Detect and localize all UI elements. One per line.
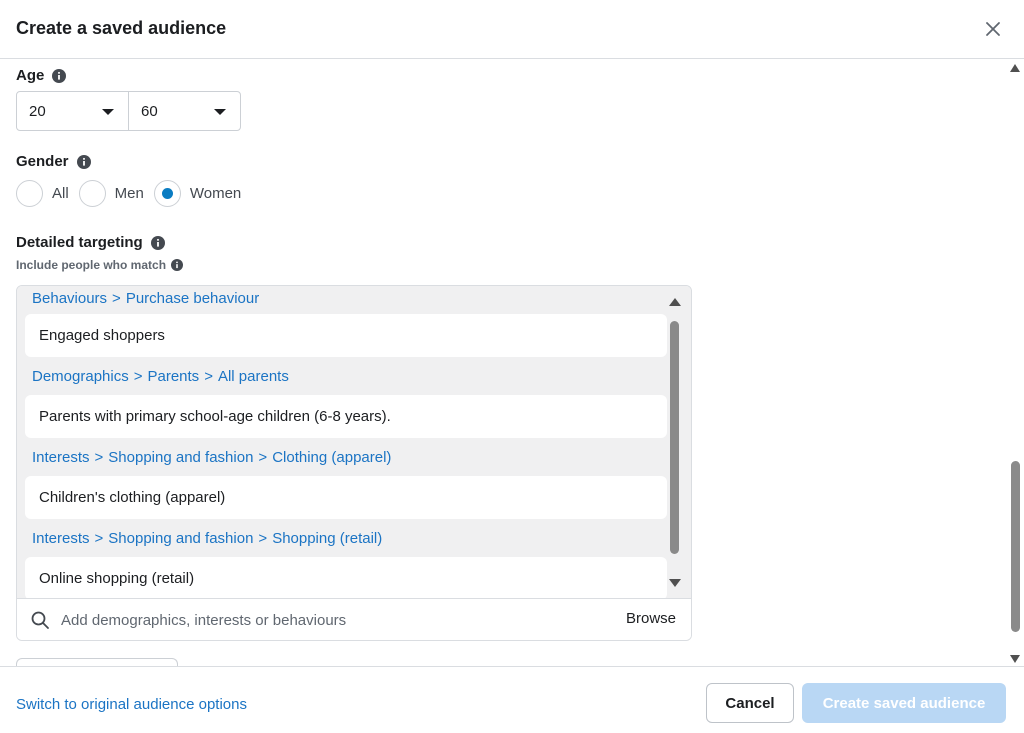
targeting-item-label: Children's clothing (apparel) <box>39 489 226 506</box>
breadcrumb-link[interactable]: Parents <box>147 368 199 385</box>
breadcrumb-separator: > <box>94 529 104 547</box>
close-button[interactable] <box>980 16 1006 42</box>
targeting-breadcrumb: Demographics > Parents > All parents <box>17 361 691 391</box>
breadcrumb-link[interactable]: Demographics <box>32 368 129 385</box>
breadcrumb-link[interactable]: Shopping (retail) <box>272 530 382 547</box>
breadcrumb-link[interactable]: Shopping and fashion <box>108 449 253 466</box>
gender-options: All Men Women <box>16 180 251 207</box>
targeting-sublabel-row: Include people who match <box>16 258 184 272</box>
breadcrumb-link[interactable]: Interests <box>32 530 90 547</box>
gender-label-row: Gender <box>16 153 91 170</box>
list-scroll-up-arrow[interactable] <box>669 298 681 306</box>
radio-button[interactable] <box>16 180 43 207</box>
radio-button-selected[interactable] <box>153 180 181 207</box>
list-scroll-down-arrow[interactable] <box>669 579 681 587</box>
breadcrumb-link[interactable]: Clothing (apparel) <box>272 449 391 466</box>
breadcrumb-link[interactable]: Interests <box>32 449 90 466</box>
list-scrollbar-thumb[interactable] <box>670 321 679 554</box>
age-range: 20 60 <box>16 91 241 131</box>
caret-down-icon <box>214 109 226 115</box>
radio-button[interactable] <box>78 180 106 207</box>
breadcrumb-link[interactable]: Behaviours <box>32 290 107 307</box>
gender-option-women[interactable]: Women <box>153 180 242 207</box>
targeting-item-label: Online shopping (retail) <box>39 570 195 587</box>
gender-option-all[interactable]: All <box>16 180 69 207</box>
targeting-list: Behaviours > Purchase behaviour Engaged sh… <box>17 286 691 598</box>
page-scroll-down-arrow[interactable] <box>1010 655 1020 663</box>
age-min-select[interactable]: 20 <box>17 92 128 130</box>
breadcrumb-link[interactable]: All parents <box>218 368 289 385</box>
age-label: Age <box>16 67 45 84</box>
targeting-label-row: Detailed targeting <box>16 234 165 251</box>
targeting-sublabel: Include people who match <box>16 258 167 272</box>
breadcrumb-separator: > <box>94 448 104 466</box>
caret-down-icon <box>102 109 114 115</box>
age-min-value: 20 <box>29 102 46 120</box>
targeting-item[interactable]: Online shopping (retail) <box>25 557 667 598</box>
breadcrumb-separator: > <box>112 289 121 307</box>
targeting-search-row: Browse <box>17 598 691 640</box>
gender-option-label: Men <box>114 185 144 202</box>
info-icon[interactable] <box>150 235 165 250</box>
gender-option-men[interactable]: Men <box>78 180 144 207</box>
targeting-item[interactable]: Engaged shoppers <box>25 314 667 357</box>
search-icon <box>31 611 49 629</box>
targeting-breadcrumb: Interests > Shopping and fashion > Shopping … <box>17 523 691 553</box>
targeting-item[interactable]: Children's clothing (apparel) <box>25 476 667 519</box>
info-icon[interactable] <box>76 154 91 169</box>
gender-option-label: All <box>52 185 69 202</box>
breadcrumb-separator: > <box>133 367 143 385</box>
targeting-item[interactable]: Parents with primary school-age children… <box>25 395 667 438</box>
page-scroll-up-arrow[interactable] <box>1010 64 1020 72</box>
info-icon[interactable] <box>52 68 67 83</box>
age-max-value: 60 <box>141 102 158 120</box>
breadcrumb-link[interactable]: Shopping and fashion <box>108 530 253 547</box>
info-icon[interactable] <box>171 259 184 271</box>
age-label-row: Age <box>16 67 67 84</box>
cancel-button[interactable]: Cancel <box>706 683 794 723</box>
targeting-label: Detailed targeting <box>16 234 143 251</box>
age-max-select[interactable]: 60 <box>128 92 240 130</box>
detailed-targeting-box: Behaviours > Purchase behaviour Engaged sh… <box>16 285 692 641</box>
targeting-item-label: Engaged shoppers <box>39 327 165 344</box>
page-scrollbar-thumb[interactable] <box>1011 461 1020 632</box>
breadcrumb-separator: > <box>258 529 268 547</box>
switch-original-options-link[interactable]: Switch to original audience options <box>16 696 247 713</box>
targeting-item-label: Parents with primary school-age children… <box>39 408 391 425</box>
gender-option-label: Women <box>189 185 242 202</box>
close-icon <box>986 22 1000 36</box>
targeting-breadcrumb: Behaviours > Purchase behaviour <box>17 286 691 310</box>
dialog-footer: Switch to original audience options Canc… <box>0 666 1024 733</box>
dialog-header: Create a saved audience <box>0 0 1024 59</box>
dialog-title: Create a saved audience <box>16 18 227 38</box>
targeting-breadcrumb: Interests > Shopping and fashion > Clothing … <box>17 442 691 472</box>
gender-label: Gender <box>16 153 69 170</box>
browse-button[interactable]: Browse <box>626 610 676 627</box>
targeting-search-input[interactable] <box>61 607 601 633</box>
breadcrumb-separator: > <box>204 367 213 385</box>
breadcrumb-separator: > <box>258 448 268 466</box>
create-saved-audience-button[interactable]: Create saved audience <box>802 683 1006 723</box>
breadcrumb-link[interactable]: Purchase behaviour <box>126 290 259 307</box>
